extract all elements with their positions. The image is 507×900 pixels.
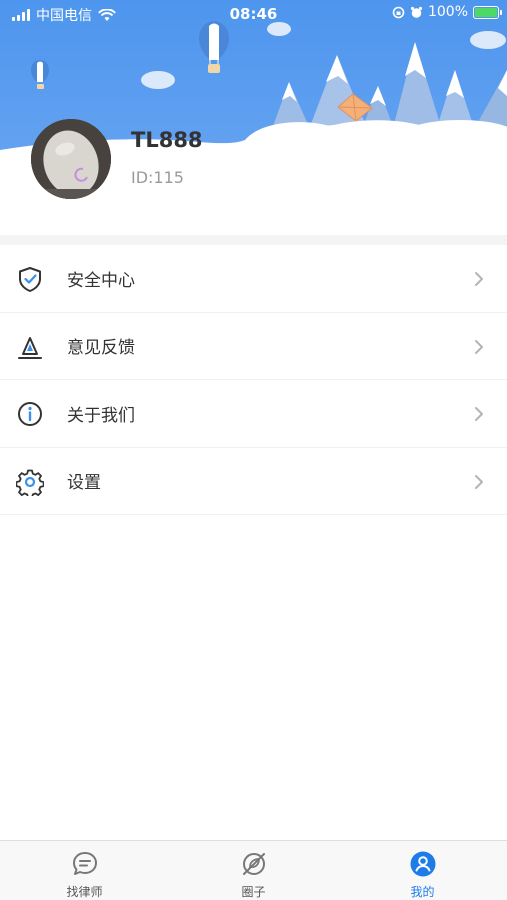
profile-header: 中国电信 08:46 100% TL888 ID:115: [0, 0, 507, 235]
username: TL888: [131, 128, 203, 152]
rotation-lock-icon: [392, 6, 405, 18]
chevron-right-icon: [475, 272, 483, 286]
menu-item-settings[interactable]: 设置: [0, 448, 507, 515]
battery-percent: 100%: [427, 4, 468, 20]
user-id: ID:115: [131, 168, 184, 187]
tab-find-lawyer[interactable]: 找律师: [0, 841, 169, 900]
user-circle-icon: [410, 851, 436, 877]
tab-label: 找律师: [66, 885, 103, 899]
feedback-pen-icon: [18, 336, 42, 359]
settings-menu: 安全中心 意见反馈 关于我们 设置: [0, 245, 507, 515]
avatar[interactable]: [31, 119, 111, 199]
menu-item-label: 关于我们: [67, 405, 135, 426]
chevron-right-icon: [475, 339, 483, 354]
chevron-right-icon: [475, 407, 483, 421]
wifi-icon: [98, 8, 116, 21]
section-divider: [0, 235, 507, 245]
menu-item-security-center[interactable]: 安全中心: [0, 245, 507, 313]
bottom-tab-bar: 找律师 圈子 我的: [0, 840, 507, 900]
avatar-photo: [31, 119, 111, 199]
tab-circle[interactable]: 圈子: [169, 841, 338, 900]
shield-check-icon: [19, 267, 41, 292]
menu-item-about-us[interactable]: 关于我们: [0, 380, 507, 448]
menu-item-label: 安全中心: [67, 270, 135, 291]
alarm-icon: [410, 6, 423, 18]
battery-icon: [473, 5, 502, 19]
status-bar: 中国电信 08:46 100%: [0, 0, 507, 28]
chat-bubble-icon: [73, 852, 97, 875]
leaf-planet-icon: [243, 853, 265, 875]
cellular-signal-icon: [12, 9, 30, 21]
info-icon: [18, 402, 42, 426]
menu-item-feedback[interactable]: 意见反馈: [0, 313, 507, 380]
chevron-right-icon: [475, 474, 483, 489]
tab-label: 圈子: [241, 885, 266, 899]
gear-icon: [16, 469, 44, 496]
menu-item-label: 设置: [67, 473, 101, 494]
tab-label: 我的: [410, 885, 435, 899]
tab-mine[interactable]: 我的: [338, 841, 507, 900]
header-background-illustration: [0, 0, 507, 235]
menu-item-label: 意见反馈: [67, 338, 135, 359]
carrier-name: 中国电信: [36, 8, 92, 24]
